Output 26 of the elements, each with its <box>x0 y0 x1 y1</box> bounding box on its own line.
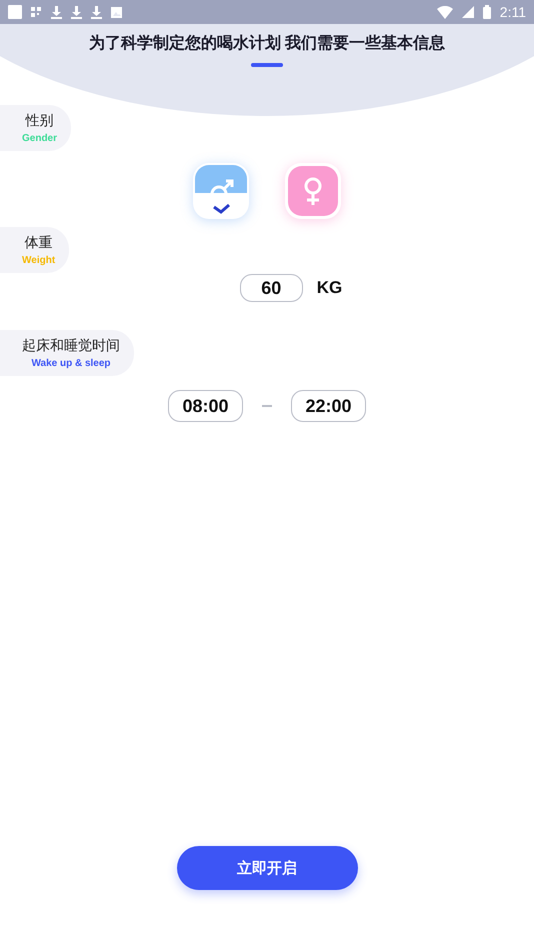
image-icon <box>111 6 122 18</box>
male-option[interactable] <box>193 163 249 219</box>
sleep-time-field[interactable]: 22:00 <box>291 390 366 422</box>
unit-label: KG <box>316 278 342 298</box>
section-sublabel: Weight <box>22 255 56 266</box>
wake-time-field[interactable]: 08:00 <box>168 390 243 422</box>
section-sublabel: Gender <box>22 133 58 144</box>
section-label: 起床和睡觉时间 <box>22 337 120 355</box>
start-button[interactable]: 立即开启 <box>176 846 358 890</box>
square-icon <box>8 5 22 19</box>
signal-icon <box>462 6 474 18</box>
wifi-icon <box>436 6 453 18</box>
download-icon <box>71 6 82 18</box>
section-label: 体重 <box>24 234 53 252</box>
download-icon <box>51 6 62 18</box>
title-underline <box>251 63 283 67</box>
download-icon <box>91 6 102 18</box>
page-title: 为了科学制定您的喝水计划 我们需要一些基本信息 <box>88 33 446 54</box>
battery-icon <box>482 5 491 19</box>
section-label: 性别 <box>26 112 54 130</box>
status-time: 2:11 <box>500 4 526 20</box>
weight-field[interactable]: 60 <box>240 274 303 302</box>
section-sublabel: Wake up & sleep <box>31 358 111 369</box>
separator-dash <box>262 405 272 407</box>
grid-icon <box>31 6 42 18</box>
female-option[interactable] <box>285 163 341 219</box>
